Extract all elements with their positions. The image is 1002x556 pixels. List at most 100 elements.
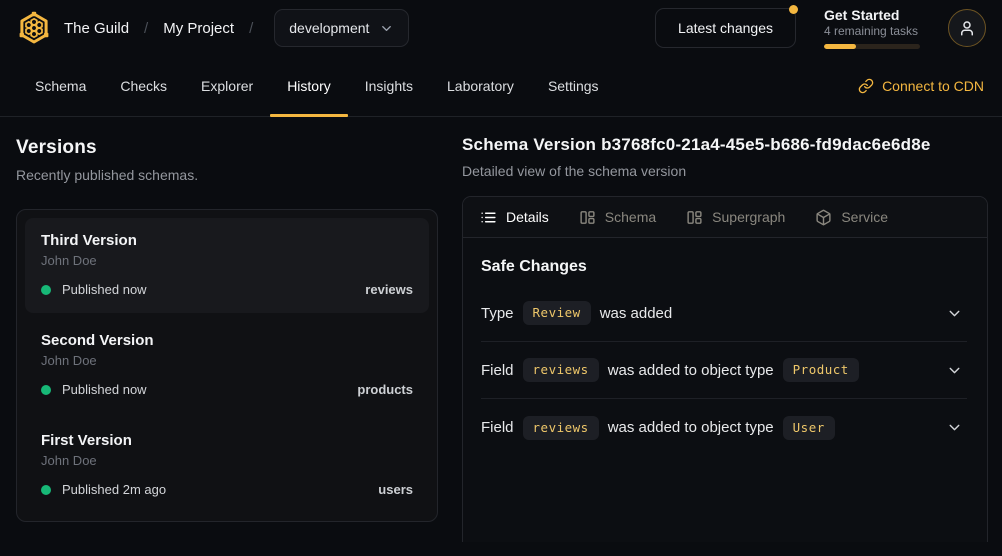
connect-to-cdn-label: Connect to CDN: [882, 78, 984, 94]
change-prefix: Field: [481, 419, 514, 436]
detail-tab-label: Schema: [605, 209, 656, 225]
breadcrumb-separator: /: [141, 20, 151, 37]
service-name: users: [378, 482, 413, 497]
panels-icon: [579, 209, 596, 226]
version-list-item[interactable]: First Version John Doe Published 2m ago …: [25, 418, 429, 513]
schema-version-title: Schema Version b3768fc0-21a4-45e5-b686-f…: [462, 135, 988, 155]
breadcrumb-separator: /: [246, 20, 256, 37]
detail-tab[interactable]: Details: [480, 209, 549, 226]
hive-logo-icon[interactable]: [16, 10, 52, 46]
detail-tab[interactable]: Service: [815, 209, 888, 226]
nav-tab[interactable]: History: [270, 56, 348, 116]
object-type-badge: Product: [783, 358, 859, 382]
header-right: Latest changes Get Started 4 remaining t…: [655, 7, 986, 49]
changes-list: Type Review was added: [481, 285, 967, 456]
main-nav: Schema Checks Explorer History Insights …: [0, 56, 1002, 117]
link-icon: [858, 78, 874, 94]
change-description: Field reviews was added to object type U…: [481, 416, 835, 440]
chevron-down-icon[interactable]: [946, 419, 967, 436]
change-row[interactable]: Field reviews was added to object type P…: [481, 342, 967, 399]
service-name: products: [357, 382, 413, 397]
schema-version-panel: Schema Version b3768fc0-21a4-45e5-b686-f…: [446, 117, 1002, 556]
nav-tab-label: Laboratory: [447, 78, 514, 94]
published-status-dot: [41, 485, 51, 495]
version-name: Second Version: [41, 332, 413, 349]
chevron-down-icon: [379, 21, 394, 36]
versions-panel: Versions Recently published schemas. Thi…: [0, 117, 446, 556]
get-started-title: Get Started: [824, 7, 920, 23]
version-author: John Doe: [41, 353, 413, 368]
version-author: John Doe: [41, 453, 413, 468]
version-meta: Published now products: [41, 382, 413, 397]
code-badge: Review: [523, 301, 591, 325]
latest-changes-button[interactable]: Latest changes: [655, 8, 796, 48]
cube-icon: [815, 209, 832, 226]
target-selector-value: development: [289, 20, 369, 36]
change-prefix: Field: [481, 362, 514, 379]
panels-icon: [686, 209, 703, 226]
detail-tab[interactable]: Supergraph: [686, 209, 785, 226]
nav-tab-label: Settings: [548, 78, 599, 94]
breadcrumb-project[interactable]: My Project: [163, 20, 234, 37]
nav-tab-label: Checks: [120, 78, 167, 94]
get-started-subtitle: 4 remaining tasks: [824, 24, 920, 38]
schema-version-subtitle: Detailed view of the schema version: [462, 163, 988, 179]
user-avatar[interactable]: [948, 9, 986, 47]
change-middle: was added to object type: [608, 419, 774, 436]
version-list-item[interactable]: Second Version John Doe Published now pr…: [25, 318, 429, 413]
version-name: Third Version: [41, 232, 413, 249]
code-badge: reviews: [523, 416, 599, 440]
published-label: Published 2m ago: [62, 482, 166, 497]
nav-tab[interactable]: Explorer: [184, 56, 270, 116]
nav-tab-label: History: [287, 78, 331, 94]
list-icon: [480, 209, 497, 226]
service-name: reviews: [365, 282, 413, 297]
chevron-down-icon[interactable]: [946, 305, 967, 322]
published-status-dot: [41, 385, 51, 395]
nav-tab[interactable]: Insights: [348, 56, 430, 116]
progress-fill: [824, 44, 856, 49]
change-description: Field reviews was added to object type P…: [481, 358, 859, 382]
nav-tab-list: Schema Checks Explorer History Insights …: [18, 56, 616, 116]
versions-subtitle: Recently published schemas.: [16, 167, 438, 183]
versions-title: Versions: [16, 137, 438, 159]
safe-changes-heading: Safe Changes: [481, 258, 967, 276]
detail-tab-label: Details: [506, 209, 549, 225]
change-row[interactable]: Type Review was added: [481, 285, 967, 342]
published-label: Published now: [62, 282, 147, 297]
get-started-widget[interactable]: Get Started 4 remaining tasks: [824, 7, 920, 49]
user-icon: [958, 19, 976, 37]
version-meta: Published 2m ago users: [41, 482, 413, 497]
notification-dot: [789, 5, 798, 14]
nav-tab[interactable]: Checks: [103, 56, 184, 116]
change-description: Type Review was added: [481, 301, 672, 325]
published-label: Published now: [62, 382, 147, 397]
breadcrumb-org[interactable]: The Guild: [64, 20, 129, 37]
progress-bar: [824, 44, 920, 49]
change-row[interactable]: Field reviews was added to object type U…: [481, 399, 967, 456]
nav-tab[interactable]: Schema: [18, 56, 103, 116]
published-status-dot: [41, 285, 51, 295]
top-header: The Guild / My Project / development Lat…: [0, 0, 1002, 56]
nav-tab-label: Insights: [365, 78, 413, 94]
version-author: John Doe: [41, 253, 413, 268]
detail-tab-list: Details Schema: [463, 197, 987, 238]
latest-changes-label: Latest changes: [678, 20, 773, 36]
nav-tab-label: Explorer: [201, 78, 253, 94]
object-type-badge: User: [783, 416, 835, 440]
version-meta: Published now reviews: [41, 282, 413, 297]
chevron-down-icon[interactable]: [946, 362, 967, 379]
target-selector[interactable]: development: [274, 9, 409, 47]
schema-version-detail: Details Schema: [462, 196, 988, 542]
change-middle: was added to object type: [608, 362, 774, 379]
version-name: First Version: [41, 432, 413, 449]
detail-tab[interactable]: Schema: [579, 209, 656, 226]
version-list-item[interactable]: Third Version John Doe Published now rev…: [25, 218, 429, 313]
detail-tab-label: Service: [841, 209, 888, 225]
nav-tab[interactable]: Settings: [531, 56, 616, 116]
connect-to-cdn-link[interactable]: Connect to CDN: [858, 56, 984, 116]
change-middle: was added: [600, 305, 673, 322]
nav-tab[interactable]: Laboratory: [430, 56, 531, 116]
code-badge: reviews: [523, 358, 599, 382]
main-content: Versions Recently published schemas. Thi…: [0, 117, 1002, 556]
